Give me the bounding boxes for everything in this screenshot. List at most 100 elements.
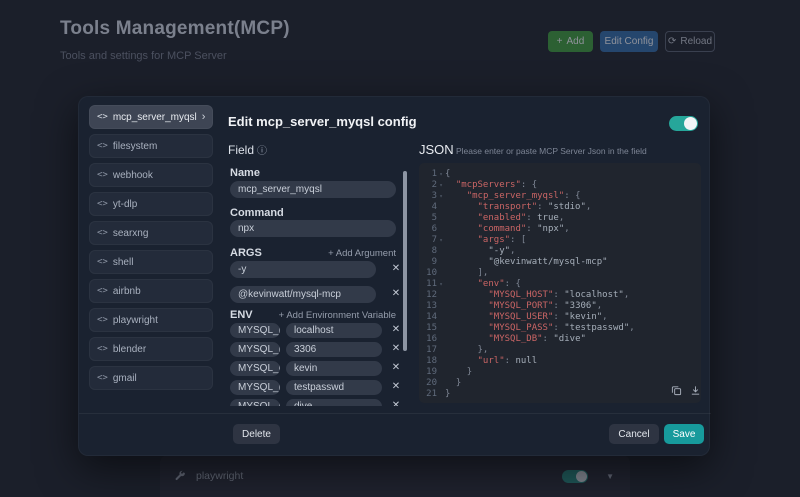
env-key-input[interactable]: MYSQL_PASS (230, 380, 280, 395)
server-list-item[interactable]: <> yt-dlp (89, 192, 213, 216)
add-env-variable-link[interactable]: + Add Environment Variable (279, 310, 396, 321)
code-line: 16 "MYSQL_DB": "dive" (423, 334, 697, 345)
add-argument-link[interactable]: + Add Argument (328, 248, 396, 259)
line-number: 8 (431, 246, 437, 256)
field-form-scroll-area[interactable]: Name mcp_server_myqsl Command npx ARGS +… (230, 157, 402, 406)
token: , (558, 213, 565, 223)
env-value-input[interactable]: kevin (286, 361, 382, 376)
code-icon: <> (97, 199, 108, 209)
token: : (542, 334, 554, 344)
json-hint: Please enter or paste MCP Server Json in… (456, 146, 647, 156)
editor-actions (671, 385, 701, 396)
code-line: 18 "url": null (423, 356, 697, 367)
token: "mcp_server_myqsl" (466, 191, 565, 201)
code-content: "MYSQL_HOST": "localhost", (445, 290, 629, 301)
remove-env-icon[interactable]: ✕ (390, 324, 402, 335)
server-list: <> mcp_server_myqsl › <> filesystem <> webhook… (89, 105, 213, 390)
fold-caret-icon (437, 213, 445, 224)
remove-env-icon[interactable]: ✕ (390, 362, 402, 373)
token: "npx" (537, 224, 565, 234)
code-line: 11 ▾ "env": { (423, 279, 697, 290)
remove-arg-icon[interactable]: ✕ (390, 263, 402, 274)
code-line: 12 "MYSQL_HOST": "localhost", (423, 290, 697, 301)
code-icon: <> (97, 315, 108, 325)
server-name: webhook (112, 169, 153, 181)
server-list-item[interactable]: <> shell (89, 250, 213, 274)
env-label: ENV (230, 309, 253, 321)
code-content: "MYSQL_PASS": "testpasswd", (445, 323, 634, 334)
code-content: } (445, 378, 461, 389)
field-scrollbar[interactable] (403, 171, 407, 351)
env-key-input[interactable]: MYSQL_PORT (230, 342, 280, 357)
token: null (515, 356, 538, 366)
server-list-item[interactable]: <> playwright (89, 308, 213, 332)
code-content: { (445, 169, 450, 180)
token: : { (520, 180, 538, 190)
remove-env-icon[interactable]: ✕ (390, 343, 402, 354)
env-key-input[interactable]: MYSQL_DB (230, 399, 280, 406)
delete-button[interactable]: Delete (233, 424, 280, 444)
token: "@kevinwatt/mysql-mcp" (488, 257, 608, 267)
fold-caret-icon (437, 202, 445, 213)
arg-input[interactable]: -y (230, 261, 376, 278)
token: "env" (477, 279, 505, 289)
field-label: Field (228, 143, 255, 157)
command-input[interactable]: npx (230, 220, 396, 237)
code-line: 3 ▾ "mcp_server_myqsl": { (423, 191, 697, 202)
server-list-item[interactable]: <> airbnb (89, 279, 213, 303)
env-value-input[interactable]: localhost (286, 323, 382, 338)
server-list-item[interactable]: <> gmail (89, 366, 213, 390)
save-button[interactable]: Save (664, 424, 704, 444)
json-editor[interactable]: 1 ▾{2 ▾ "mcpServers": {3 ▾ "mcp_server_myqs… (419, 163, 701, 403)
token: true (537, 213, 559, 223)
server-list-item[interactable]: <> filesystem (89, 134, 213, 158)
cancel-button[interactable]: Cancel (609, 424, 659, 444)
fold-caret-icon (437, 312, 445, 323)
remove-env-icon[interactable]: ✕ (390, 381, 402, 392)
code-icon: <> (97, 344, 108, 354)
token: , (623, 290, 630, 300)
command-label: Command (230, 207, 284, 219)
line-number: 16 (426, 334, 437, 344)
code-icon: <> (97, 286, 108, 296)
env-key-input[interactable]: MYSQL_HOST (230, 323, 280, 338)
server-list-item[interactable]: <> mcp_server_myqsl › (89, 105, 213, 129)
line-number: 13 (426, 301, 437, 311)
env-value-input[interactable]: 3306 (286, 342, 382, 357)
json-label: JSON (419, 142, 454, 157)
remove-env-icon[interactable]: ✕ (390, 400, 402, 406)
server-list-item[interactable]: <> searxng (89, 221, 213, 245)
token: : (553, 301, 565, 311)
env-value-input[interactable]: dive (286, 399, 382, 406)
name-label: Name (230, 167, 260, 179)
code-line: 9 "@kevinwatt/mysql-mcp" (423, 257, 697, 268)
fold-caret-icon: ▾ (439, 281, 443, 288)
token: "stdio" (547, 202, 586, 212)
line-number: 20 (426, 378, 437, 388)
fold-caret-icon: ▾ (439, 237, 443, 244)
copy-icon[interactable] (671, 385, 682, 396)
arg-input[interactable]: @kevinwatt/mysql-mcp (230, 286, 376, 303)
token: "transport" (477, 202, 538, 212)
download-icon[interactable] (690, 385, 701, 396)
code-line: 6 "command": "npx", (423, 224, 697, 235)
fold-caret-icon (437, 389, 445, 400)
token: "mcpServers" (455, 180, 521, 190)
token: , (510, 246, 516, 256)
server-list-item[interactable]: <> blender (89, 337, 213, 361)
remove-arg-icon[interactable]: ✕ (390, 288, 402, 299)
fold-caret-icon (437, 246, 445, 257)
server-enabled-toggle[interactable] (669, 116, 698, 131)
code-content: "env": { (445, 279, 521, 290)
name-input[interactable]: mcp_server_myqsl (230, 181, 396, 198)
args-label: ARGS (230, 247, 262, 259)
code-icon: <> (97, 373, 108, 383)
footer-divider (79, 413, 711, 414)
info-icon: ⓘ (257, 146, 268, 157)
token: "args" (477, 235, 511, 245)
code-content: "MYSQL_DB": "dive" (445, 334, 586, 345)
env-value-input[interactable]: testpasswd (286, 380, 382, 395)
server-list-item[interactable]: <> webhook (89, 163, 213, 187)
env-key-input[interactable]: MYSQL_USER (230, 361, 280, 376)
fold-caret-icon (437, 323, 445, 334)
